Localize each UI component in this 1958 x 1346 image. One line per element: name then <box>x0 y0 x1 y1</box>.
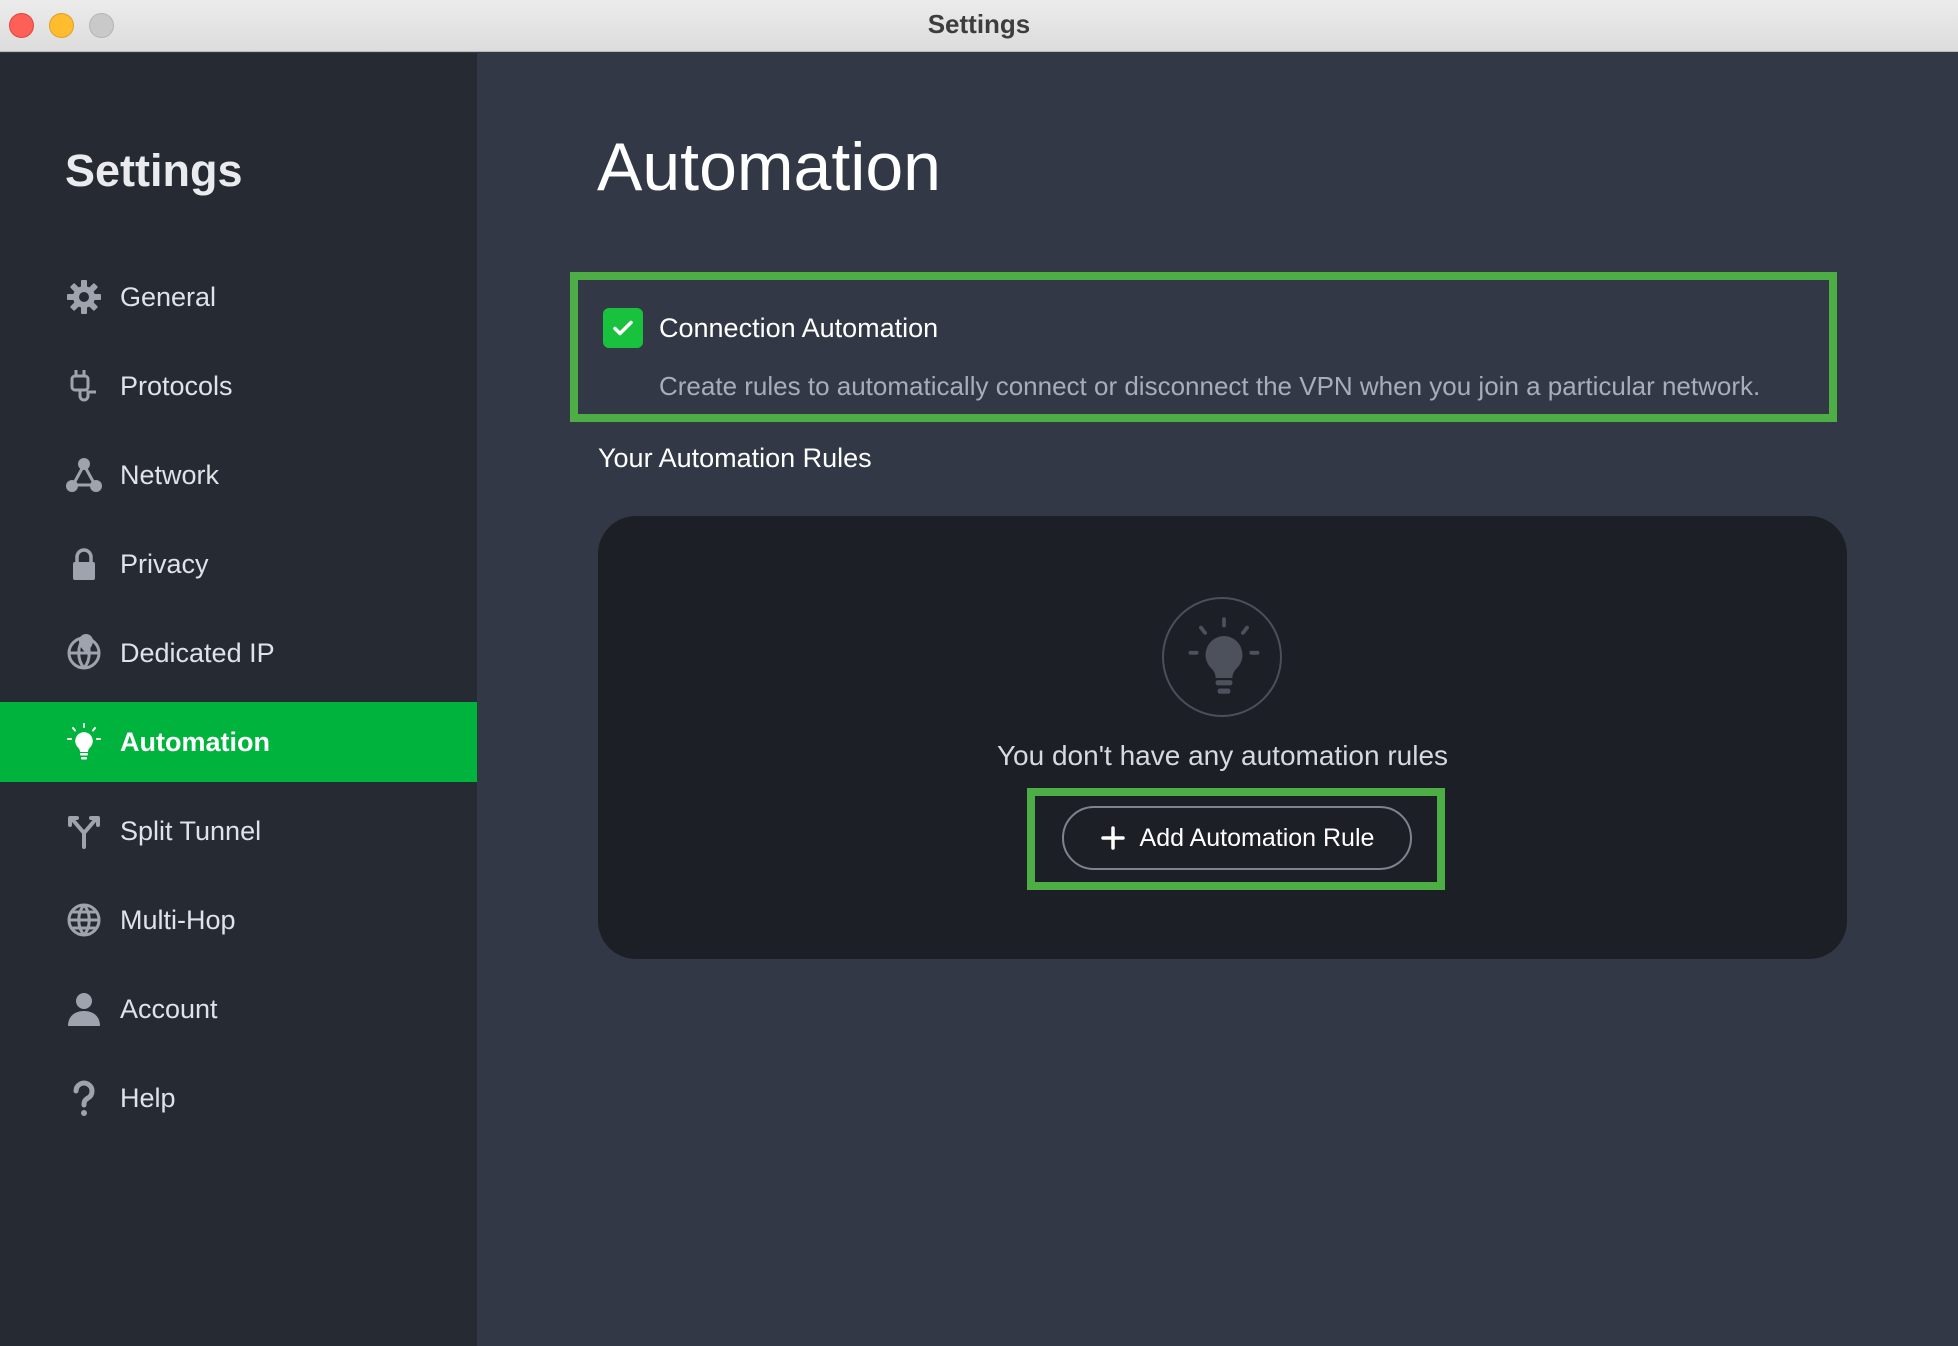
sidebar-item-privacy[interactable]: Privacy <box>0 524 477 604</box>
plus-icon <box>1100 826 1125 850</box>
connection-automation-checkbox[interactable] <box>603 308 643 348</box>
automation-rules-heading: Your Automation Rules <box>598 443 872 473</box>
sidebar: Settings General Protocols Network Priva… <box>0 53 477 1346</box>
window-title: Settings <box>927 9 1031 39</box>
sidebar-item-help[interactable]: Help <box>0 1058 477 1138</box>
empty-state-text: You don't have any automation rules <box>996 740 1449 771</box>
sidebar-item-network[interactable]: Network <box>0 435 477 515</box>
sidebar-item-label: Automation <box>120 726 270 757</box>
globe-icon <box>64 900 104 940</box>
sidebar-item-label: Split Tunnel <box>120 815 262 846</box>
sidebar-title: Settings <box>65 145 243 196</box>
window-titlebar: Settings <box>0 0 1958 52</box>
connection-automation-label: Connection Automation <box>659 313 939 343</box>
sidebar-item-general[interactable]: General <box>0 257 477 337</box>
gear-icon <box>64 277 104 317</box>
split-icon <box>64 811 104 851</box>
lightbulb-icon <box>64 722 104 762</box>
connection-automation-description: Create rules to automatically connect or… <box>659 371 1761 401</box>
sidebar-item-label: Multi-Hop <box>120 904 236 935</box>
add-automation-rule-label: Add Automation Rule <box>1139 823 1375 852</box>
sidebar-item-multi-hop[interactable]: Multi-Hop <box>0 880 477 960</box>
sidebar-item-label: Protocols <box>120 370 233 401</box>
sidebar-item-account[interactable]: Account <box>0 969 477 1049</box>
network-icon <box>64 455 104 495</box>
automation-rules-panel <box>598 516 1847 959</box>
sidebar-item-label: Privacy <box>120 548 209 579</box>
sidebar-item-label: General <box>120 281 217 312</box>
checkmark-icon <box>613 320 633 336</box>
question-icon <box>64 1078 104 1118</box>
sidebar-item-split-tunnel[interactable]: Split Tunnel <box>0 791 477 871</box>
sidebar-item-protocols[interactable]: Protocols <box>0 346 477 426</box>
sidebar-item-label: Account <box>120 993 218 1024</box>
sidebar-item-label: Dedicated IP <box>120 637 275 668</box>
sidebar-item-label: Help <box>120 1082 176 1113</box>
lock-icon <box>64 544 104 584</box>
add-automation-rule-button[interactable]: Add Automation Rule <box>1062 806 1412 870</box>
sidebar-item-dedicated-ip[interactable]: Dedicated IP <box>0 613 477 693</box>
user-icon <box>64 989 104 1029</box>
plug-icon <box>64 366 104 406</box>
sidebar-item-label: Network <box>120 459 220 490</box>
globe-pin-icon <box>64 633 104 673</box>
sidebar-item-automation[interactable]: Automation <box>0 702 477 782</box>
empty-state-lightbulb-icon <box>1162 597 1282 717</box>
page-title: Automation <box>597 129 941 205</box>
